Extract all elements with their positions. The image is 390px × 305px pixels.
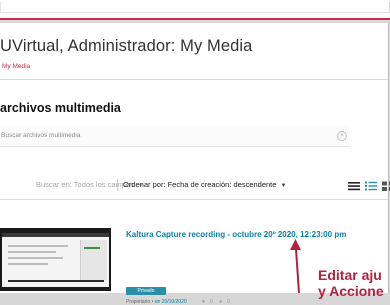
thumbnail-panel xyxy=(80,240,107,280)
filter-separator xyxy=(117,179,118,191)
thumbnail-accent xyxy=(84,247,100,249)
status-badge: Privado xyxy=(126,287,166,295)
search-input[interactable]: Buscar archivos multimedia × xyxy=(0,126,350,147)
comments-count: 0 xyxy=(227,299,230,305)
thumbnail-line xyxy=(8,245,68,247)
annotation-line-2: y Accione xyxy=(318,283,384,299)
annotation-text: Editar aju y Accione xyxy=(318,267,384,299)
page-title: UVirtual, Administrador: My Media xyxy=(0,37,253,55)
top-field xyxy=(0,2,390,13)
section-title: archivos multimedia xyxy=(0,101,121,115)
detailed-view-icon[interactable] xyxy=(365,180,377,192)
likes-count: 0 xyxy=(209,299,213,305)
media-title-link[interactable]: Kaltura Capture recording - octubre 20º … xyxy=(126,230,346,239)
top-bar xyxy=(0,0,390,20)
thumbnail-line xyxy=(8,280,104,282)
comment-icon: ● xyxy=(219,299,223,305)
list-view-icon[interactable] xyxy=(348,180,360,192)
x-circle-icon[interactable]: × xyxy=(337,131,347,141)
owner-role: Propietario xyxy=(126,299,151,305)
media-thumbnail[interactable] xyxy=(0,228,111,291)
thumbnail-line xyxy=(8,257,63,259)
grid-view-icon[interactable] xyxy=(382,180,390,192)
media-stats: ♥ 0 ● 0 xyxy=(202,299,235,305)
sort-label: Ordenar por: Fecha de creación: descende… xyxy=(123,180,277,189)
thumbnail-toolbar xyxy=(2,233,109,237)
annotation-arrow-icon xyxy=(290,239,301,294)
divider xyxy=(0,79,388,80)
breadcrumb-my-media[interactable]: My Media xyxy=(2,63,30,70)
thumbnail-line xyxy=(8,251,56,253)
divider xyxy=(0,199,388,200)
media-card: UVirtual, Administrador: My Media My Med… xyxy=(0,23,390,305)
sort-dropdown[interactable]: Ordenar por: Fecha de creación: descende… xyxy=(123,180,286,189)
thumbnail-screen xyxy=(2,233,109,287)
annotation-line-1: Editar aju xyxy=(318,267,382,283)
media-meta: Propietario • en 20/10/2020 ♥ 0 ● 0 xyxy=(126,299,230,305)
heart-icon: ♥ xyxy=(202,299,205,305)
chevron-down-icon: ▼ xyxy=(280,183,287,189)
thumbnail-line xyxy=(8,263,48,265)
search-in-label: Buscar en: Todos los campos xyxy=(36,180,134,189)
created-date: en 20/10/2020 xyxy=(154,299,187,305)
search-placeholder: Buscar archivos multimedia xyxy=(1,132,81,139)
